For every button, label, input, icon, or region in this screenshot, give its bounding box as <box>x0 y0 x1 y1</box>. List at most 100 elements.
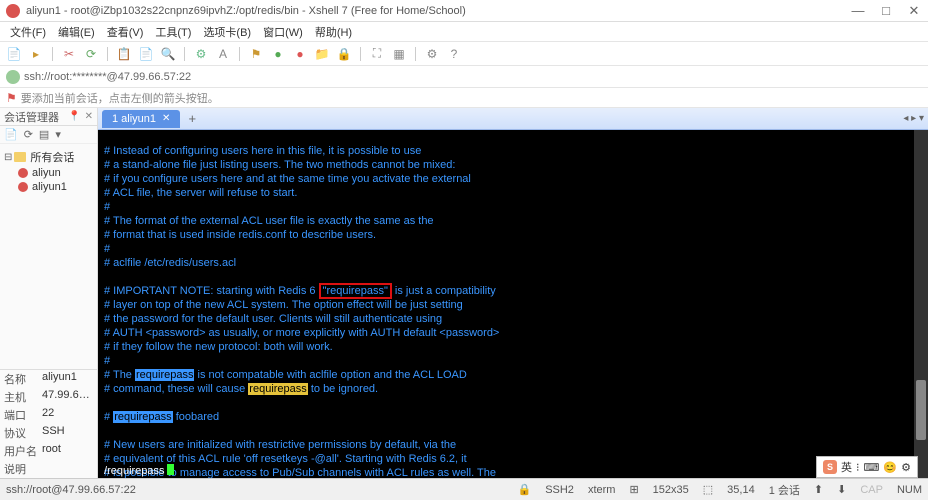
sidebar-title: 会话管理器 <box>4 109 59 125</box>
menu-edit[interactable]: 编辑(E) <box>54 24 99 40</box>
status-down-icon[interactable]: ⬇ <box>837 483 846 496</box>
open-icon[interactable]: ▸ <box>28 46 44 62</box>
reconnect-icon[interactable]: ⟳ <box>83 46 99 62</box>
tab-label: 1 aliyun1 <box>112 113 156 125</box>
properties-panel: 名称aliyun1 主机47.99.66.... 端口22 协议SSH 用户名r… <box>0 369 97 478</box>
session-icon <box>18 168 28 178</box>
session-tree: 所有会话 aliyun aliyun1 <box>0 144 97 369</box>
terminal[interactable]: # Instead of configuring users here in t… <box>98 130 928 478</box>
props-icon[interactable]: ⚑ <box>248 46 264 62</box>
tree-session[interactable]: aliyun1 <box>4 180 93 194</box>
prop-key: 用户名 <box>4 443 42 459</box>
prop-key: 主机 <box>4 389 42 405</box>
flag-icon: ⚑ <box>6 91 17 105</box>
minimize-button[interactable]: — <box>850 3 866 19</box>
refresh-icon[interactable]: ⟳ <box>24 128 33 141</box>
tabs-menu-icon[interactable]: ◂ ▸ ▾ <box>903 113 924 124</box>
prop-key: 端口 <box>4 407 42 423</box>
folder-icon[interactable]: 📁 <box>314 46 330 62</box>
status-size: 152x35 <box>653 484 689 496</box>
paste-icon[interactable]: 📄 <box>138 46 154 62</box>
sogou-icon: S <box>823 460 837 474</box>
separator <box>239 47 240 61</box>
sidebar-toolbar: 📄 ⟳ ▤ ▾ <box>0 126 97 144</box>
menu-window[interactable]: 窗口(W) <box>259 24 307 40</box>
new-folder-icon[interactable]: 📄 <box>4 128 18 141</box>
tile-icon[interactable]: ▦ <box>391 46 407 62</box>
hint-text: 要添加当前会话，点击左侧的箭头按钮。 <box>21 90 219 106</box>
ime-opt-icon[interactable]: ⁝ <box>856 461 860 474</box>
ime-opt-icon[interactable]: ⚙ <box>901 461 911 474</box>
menu-tabs[interactable]: 选项卡(B) <box>199 24 255 40</box>
prop-key: 说明 <box>4 461 42 477</box>
menu-tools[interactable]: 工具(T) <box>151 24 195 40</box>
tab-close-icon[interactable]: ✕ <box>162 113 170 124</box>
sidebar: 会话管理器 📍 ✕ 📄 ⟳ ▤ ▾ 所有会话 aliyun aliyun1 <box>0 108 98 478</box>
prop-key: 协议 <box>4 425 42 441</box>
menubar: 文件(F) 编辑(E) 查看(V) 工具(T) 选项卡(B) 窗口(W) 帮助(… <box>0 22 928 42</box>
tree-root[interactable]: 所有会话 <box>4 148 93 166</box>
prop-value: aliyun1 <box>42 371 93 387</box>
terminal-scrollbar[interactable] <box>914 130 928 478</box>
stop-icon[interactable]: ● <box>292 46 308 62</box>
ime-indicator[interactable]: S 英 ⁝ ⌨ 😊 ⚙ <box>816 456 918 478</box>
main-area: 会话管理器 📍 ✕ 📄 ⟳ ▤ ▾ 所有会话 aliyun aliyun1 <box>0 108 928 478</box>
connect-icon[interactable]: ✂ <box>61 46 77 62</box>
highlight-current: requirepass <box>248 383 307 395</box>
go-icon[interactable]: ● <box>270 46 286 62</box>
script-icon[interactable]: ⚙ <box>193 46 209 62</box>
copy-icon[interactable]: 📋 <box>116 46 132 62</box>
status-pos-icon: ⬚ <box>703 483 713 496</box>
settings-icon[interactable]: ⚙ <box>424 46 440 62</box>
lock-icon[interactable]: 🔒 <box>336 46 352 62</box>
separator <box>360 47 361 61</box>
app-icon <box>6 4 20 18</box>
menu-help[interactable]: 帮助(H) <box>311 24 356 40</box>
folder-icon <box>14 152 26 162</box>
font-icon[interactable]: A <box>215 46 231 62</box>
status-sessions: 1 会话 <box>769 482 800 498</box>
maximize-button[interactable]: □ <box>878 3 894 19</box>
window-controls: — □ ✕ <box>850 3 922 19</box>
ime-opt-icon[interactable]: ⌨ <box>864 461 880 474</box>
status-caps: CAP <box>860 484 883 496</box>
titlebar: aliyun1 - root@iZbp1032s22cnpnz69ipvhZ:/… <box>0 0 928 22</box>
status-size-icon: ⊞ <box>629 483 638 496</box>
hint-bar: ⚑ 要添加当前会话，点击左侧的箭头按钮。 <box>0 88 928 108</box>
sidebar-close-icon[interactable]: ✕ <box>85 111 93 122</box>
tree-session-label: aliyun <box>32 167 61 179</box>
menu-view[interactable]: 查看(V) <box>103 24 148 40</box>
new-session-icon[interactable]: 📄 <box>6 46 22 62</box>
tabs-right: ◂ ▸ ▾ <box>903 113 924 124</box>
close-button[interactable]: ✕ <box>906 3 922 19</box>
sort-icon[interactable]: ▾ <box>55 128 61 141</box>
status-connection: ssh://root@47.99.66.57:22 <box>6 484 136 496</box>
address-text[interactable]: ssh://root:********@47.99.66.57:22 <box>24 71 191 83</box>
ssh-icon <box>6 70 20 84</box>
separator <box>415 47 416 61</box>
content-area: 1 aliyun1 ✕ + ◂ ▸ ▾ # Instead of configu… <box>98 108 928 478</box>
ime-opt-icon[interactable]: 😊 <box>883 461 897 474</box>
scrollbar-thumb[interactable] <box>916 380 926 440</box>
sidebar-pin-icon[interactable]: 📍 <box>68 111 80 122</box>
window-title: aliyun1 - root@iZbp1032s22cnpnz69ipvhZ:/… <box>26 5 850 17</box>
tree-session-label: aliyun1 <box>32 181 67 193</box>
status-ssh: SSH2 <box>545 484 574 496</box>
view-icon[interactable]: ▤ <box>39 128 49 141</box>
prop-value: SSH <box>42 425 93 441</box>
menu-file[interactable]: 文件(F) <box>6 24 50 40</box>
status-up-icon[interactable]: ⬆ <box>814 483 823 496</box>
ime-mode: 英 <box>841 459 852 475</box>
tree-session[interactable]: aliyun <box>4 166 93 180</box>
find-icon[interactable]: 🔍 <box>160 46 176 62</box>
prop-key: 名称 <box>4 371 42 387</box>
fullscreen-icon[interactable]: ⛶ <box>369 46 385 62</box>
status-lock-icon: 🔒 <box>517 483 531 496</box>
tab-add-button[interactable]: + <box>182 111 202 126</box>
tab-aliyun1[interactable]: 1 aliyun1 ✕ <box>102 110 180 128</box>
separator <box>107 47 108 61</box>
sidebar-header: 会话管理器 📍 ✕ <box>0 108 97 126</box>
prop-value: 22 <box>42 407 93 423</box>
tree-root-label: 所有会话 <box>30 149 74 165</box>
help-icon[interactable]: ? <box>446 46 462 62</box>
